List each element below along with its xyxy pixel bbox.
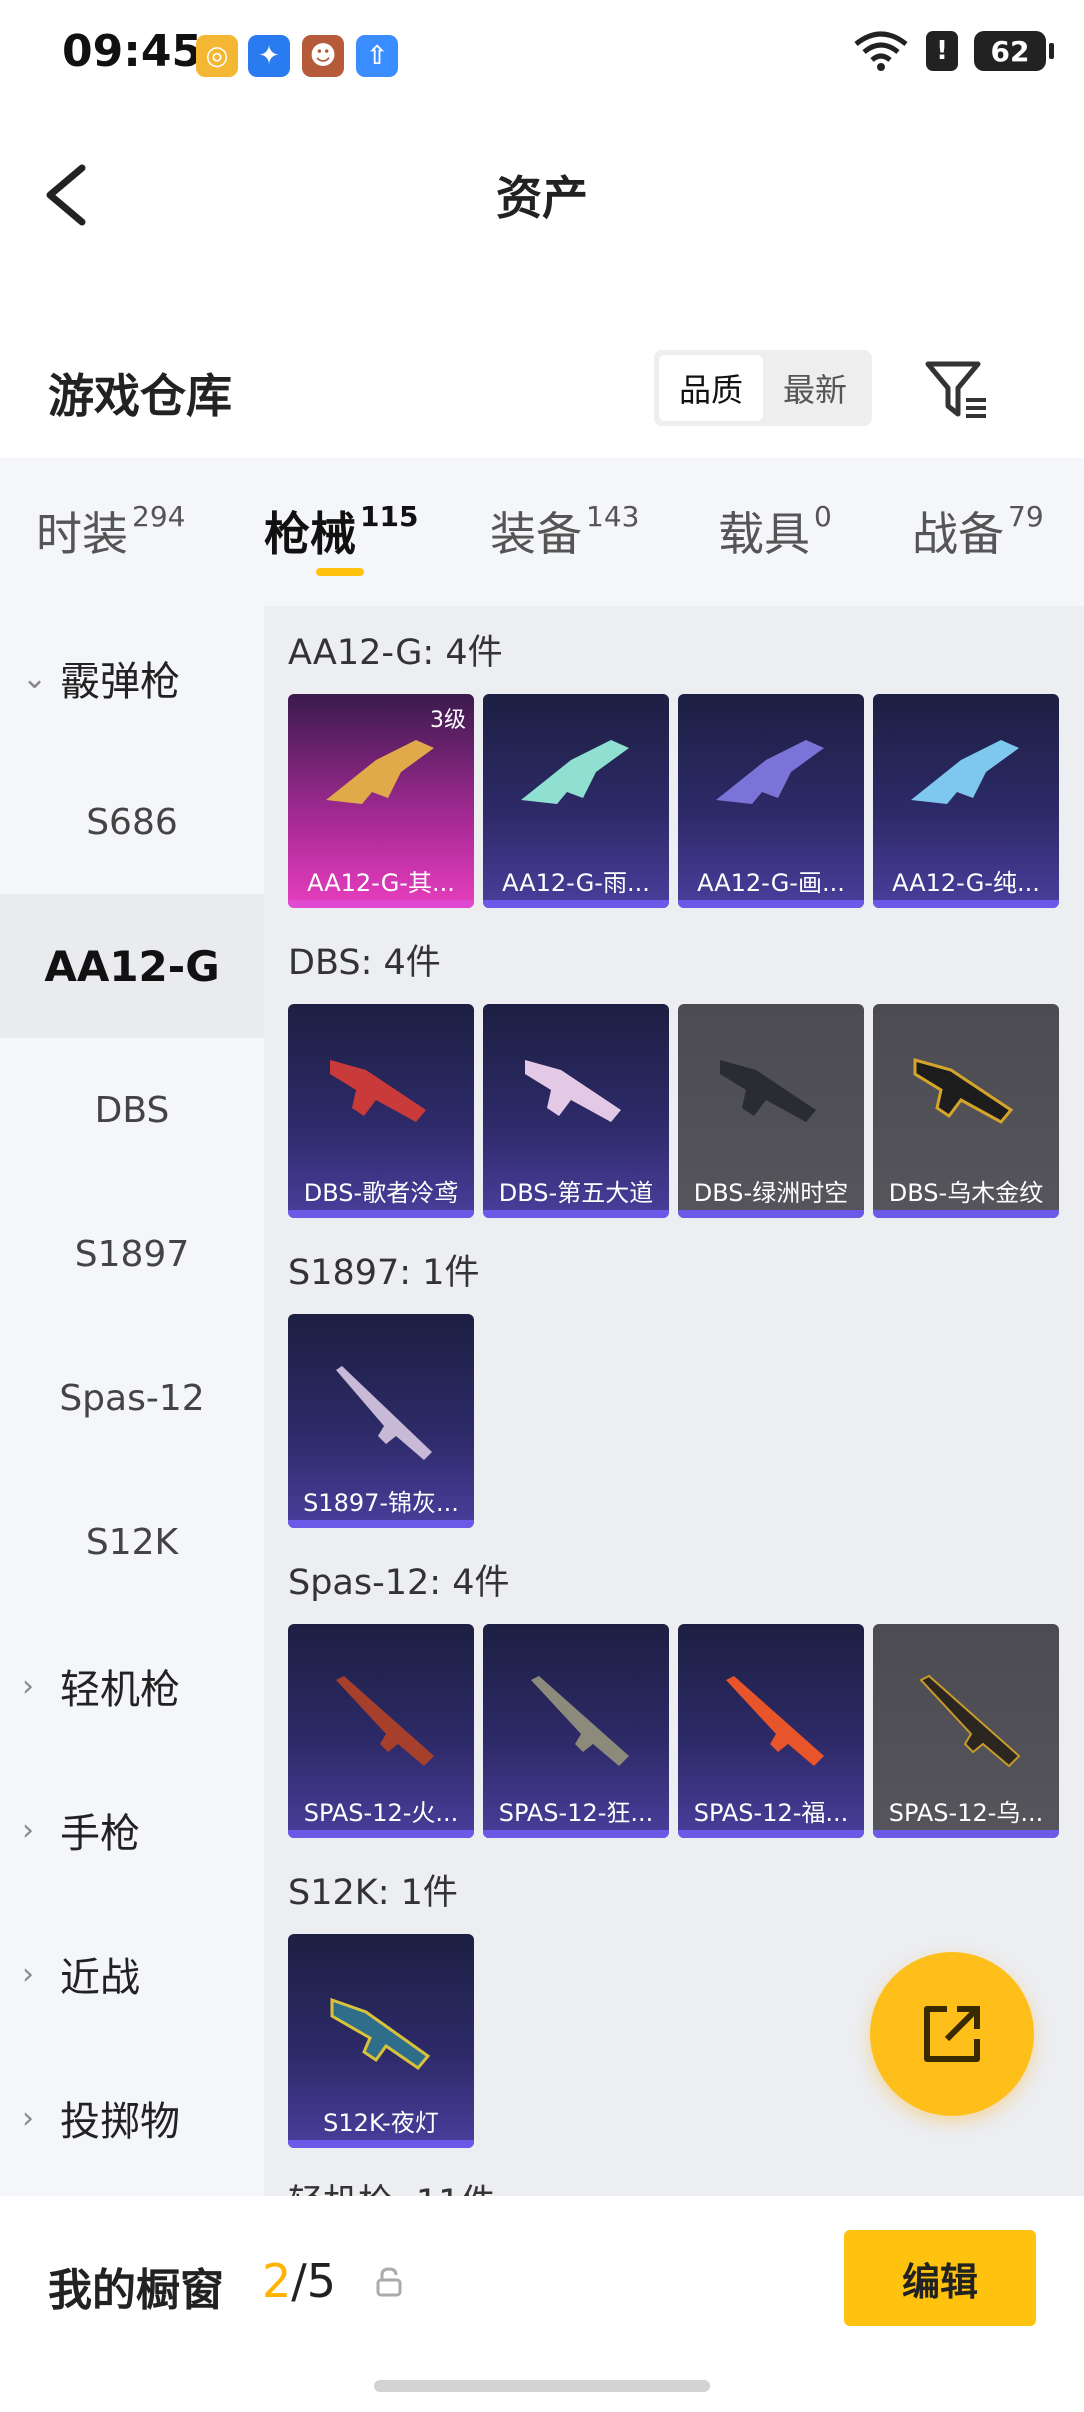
- skin-name: AA12-G-纯...: [892, 869, 1040, 897]
- sort-option-newest[interactable]: 最新: [763, 355, 867, 421]
- gun-icon: [326, 740, 434, 804]
- sidebar-item-aa12g[interactable]: AA12-G: [0, 894, 264, 1038]
- gun-icon: [336, 1366, 432, 1460]
- skin-name: SPAS-12-火...: [303, 1799, 459, 1827]
- clock: 09:45: [62, 26, 203, 77]
- sidebar-item-s686[interactable]: S686: [0, 750, 264, 894]
- chevron-right-icon: ›: [22, 1668, 34, 1704]
- skin-card[interactable]: SPAS-12-狂...: [483, 1624, 669, 1838]
- skin-name: SPAS-12-狂...: [498, 1799, 654, 1827]
- skin-card[interactable]: SPAS-12-火...: [288, 1624, 474, 1838]
- sidebar-group-pistol[interactable]: › 手枪: [0, 1758, 264, 1902]
- skin-name: DBS-歌者泠鸢: [303, 1179, 459, 1207]
- active-tab-indicator: [316, 568, 364, 576]
- category-label-dbs: DBS: 4件: [288, 943, 441, 983]
- showcase-bar: 我的橱窗 2/5 编辑: [0, 2196, 1084, 2412]
- tab-supplies[interactable]: 战备 79: [912, 498, 1044, 564]
- app-notification-icon-2: ✦: [248, 35, 290, 77]
- skin-card[interactable]: S1897-锦灰...: [288, 1314, 474, 1528]
- sort-option-quality[interactable]: 品质: [659, 355, 763, 421]
- wifi-icon: [854, 31, 908, 71]
- battery-icon: 62: [974, 31, 1054, 71]
- lock-icon: [376, 2267, 402, 2297]
- category-label-s1897: S1897: 1件: [288, 1253, 480, 1293]
- skin-card[interactable]: SPAS-12-乌...: [873, 1624, 1059, 1838]
- app-notification-icon-4: ⇧: [356, 35, 398, 77]
- category-label-aa12g: AA12-G: 4件: [288, 633, 503, 673]
- sidebar-item-spas12[interactable]: Spas-12: [0, 1326, 264, 1470]
- gun-icon: [330, 1997, 431, 2071]
- gun-icon: [919, 1674, 1021, 1768]
- skin-name: SPAS-12-乌...: [888, 1799, 1044, 1827]
- alert-icon: !: [926, 31, 958, 71]
- gun-icon: [716, 740, 824, 804]
- skin-name: AA12-G-其...: [307, 869, 455, 897]
- gun-icon: [330, 1060, 426, 1122]
- status-bar: 09:45 ◎ ✦ ☻ ⇧ ! 62: [0, 0, 1084, 110]
- skin-card[interactable]: AA12-G-画...: [678, 694, 864, 908]
- warehouse-header: 游戏仓库 品质 最新: [0, 330, 1084, 450]
- skin-name: S12K-夜灯: [323, 2109, 439, 2137]
- skin-name: DBS-绿洲时空: [693, 1179, 849, 1207]
- sidebar-group-throwables[interactable]: › 投掷物: [0, 2046, 264, 2190]
- tab-equipment[interactable]: 装备 143: [490, 498, 639, 564]
- top-nav: 资产: [0, 130, 1084, 260]
- category-label-lmg: 轻机枪: 11件: [288, 2174, 495, 2196]
- home-indicator[interactable]: [374, 2380, 710, 2392]
- section-title: 游戏仓库: [48, 369, 232, 423]
- gun-icon: [720, 1060, 816, 1122]
- category-label-s12k: S12K: 1件: [288, 1873, 458, 1913]
- sidebar-group-lmg[interactable]: › 轻机枪: [0, 1614, 264, 1758]
- skin-name: AA12-G-雨...: [502, 869, 650, 897]
- showcase-label: 我的橱窗: [48, 2265, 224, 2316]
- tab-vehicles[interactable]: 载具 0: [718, 498, 832, 564]
- skin-card[interactable]: DBS-第五大道: [483, 1004, 669, 1218]
- app-notification-icon-1: ◎: [196, 35, 238, 77]
- gun-icon: [726, 1676, 824, 1766]
- page-title: 资产: [496, 171, 588, 225]
- showcase-count: 2/5: [262, 2254, 337, 2308]
- chevron-right-icon: ›: [22, 1812, 34, 1848]
- gun-icon: [336, 1676, 434, 1766]
- weapon-sidebar: ⌄ 霰弹枪 S686 AA12-G DBS S1897 Spas-12 S12K …: [0, 606, 264, 2196]
- gun-icon: [911, 740, 1019, 804]
- edit-button[interactable]: 编辑: [844, 2230, 1036, 2326]
- chevron-right-icon: ›: [22, 1956, 34, 1992]
- skin-card[interactable]: DBS-歌者泠鸢: [288, 1004, 474, 1218]
- category-label-spas12: Spas-12: 4件: [288, 1563, 510, 1603]
- skin-card[interactable]: 3级 AA12-G-其...: [288, 694, 474, 908]
- chevron-down-icon: ⌄: [22, 660, 48, 696]
- filter-icon[interactable]: [924, 358, 990, 420]
- skin-card[interactable]: AA12-G-雨...: [483, 694, 669, 908]
- sidebar-item-dbs[interactable]: DBS: [0, 1038, 264, 1182]
- skin-card[interactable]: DBS-绿洲时空: [678, 1004, 864, 1218]
- sidebar-item-s12k[interactable]: S12K: [0, 1470, 264, 1614]
- skin-card[interactable]: DBS-乌木金纹: [873, 1004, 1059, 1218]
- category-tabs: 时装 294 枪械 115 装备 143 载具 0 战备 79: [0, 458, 1084, 606]
- gun-icon: [913, 1058, 1014, 1124]
- skin-name: AA12-G-画...: [697, 869, 845, 897]
- sidebar-item-s1897[interactable]: S1897: [0, 1182, 264, 1326]
- skin-name: DBS-第五大道: [498, 1179, 654, 1207]
- sort-toggle: 品质 最新: [654, 350, 872, 426]
- sidebar-group-melee[interactable]: › 近战: [0, 1902, 264, 2046]
- skin-name: DBS-乌木金纹: [888, 1179, 1044, 1207]
- gun-icon: [521, 740, 629, 804]
- app-notification-icon-3: ☻: [302, 35, 344, 77]
- tab-firearms[interactable]: 枪械 115: [264, 498, 418, 564]
- sidebar-group-shotgun[interactable]: ⌄ 霰弹枪: [0, 606, 264, 750]
- skin-name: S1897-锦灰...: [303, 1489, 459, 1517]
- chevron-right-icon: ›: [22, 2100, 34, 2136]
- share-button[interactable]: [870, 1952, 1034, 2116]
- share-icon: [924, 2006, 980, 2062]
- skin-name: SPAS-12-福...: [693, 1799, 849, 1827]
- skin-card[interactable]: S12K-夜灯: [288, 1934, 474, 2148]
- gun-icon: [525, 1060, 621, 1122]
- tab-fashion[interactable]: 时装 294: [36, 498, 185, 564]
- skin-card[interactable]: SPAS-12-福...: [678, 1624, 864, 1838]
- gun-icon: [531, 1676, 629, 1766]
- skin-card[interactable]: AA12-G-纯...: [873, 694, 1059, 908]
